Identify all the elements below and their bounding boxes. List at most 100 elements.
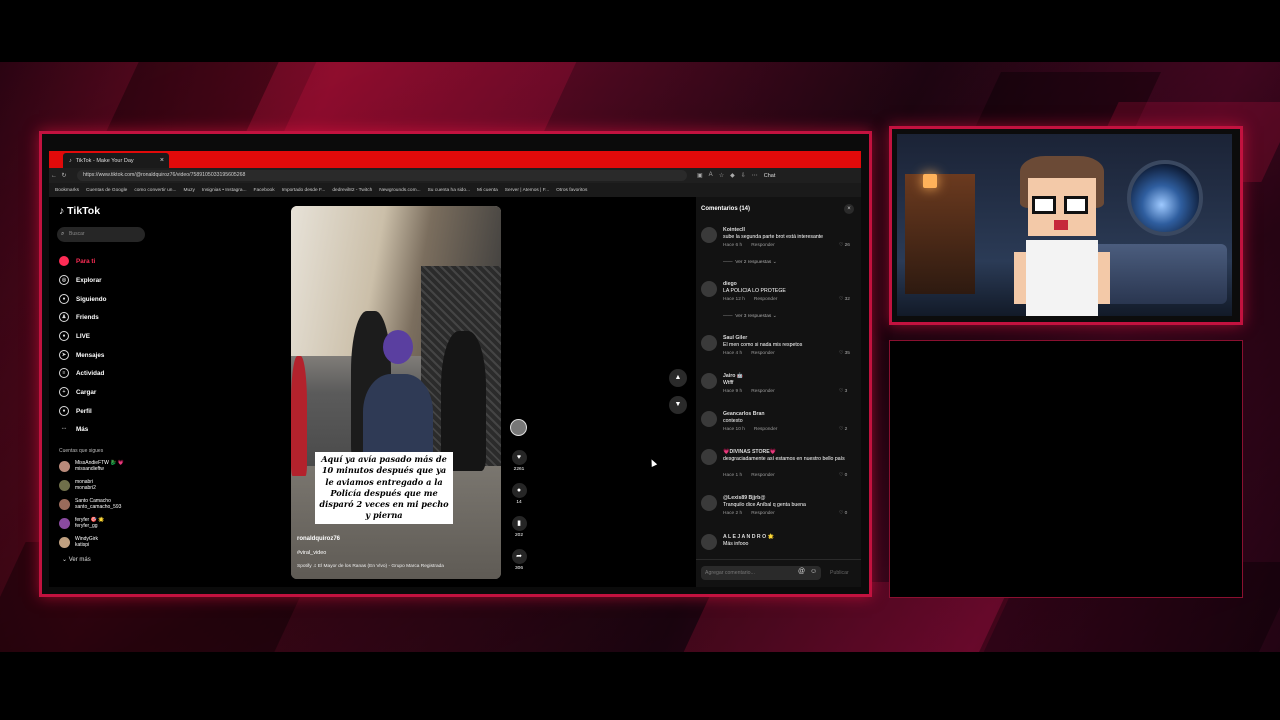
nav-actividad[interactable]: ≡ Actividad bbox=[59, 367, 104, 379]
bookmark-item[interactable]: Cuentas de Google bbox=[86, 188, 127, 193]
bookmark-item[interactable]: Bookmarks bbox=[55, 188, 79, 193]
reply-button[interactable]: Responder bbox=[751, 473, 774, 478]
avatar[interactable] bbox=[701, 411, 717, 427]
comment-like-button[interactable]: ♡ 32 bbox=[839, 297, 850, 302]
see-more-button[interactable]: ⌄ Ver más bbox=[62, 556, 91, 563]
reply-button[interactable]: Responder bbox=[751, 389, 774, 394]
reply-button[interactable]: Responder bbox=[754, 427, 777, 432]
following-account[interactable]: monabri monabri2 bbox=[59, 479, 96, 491]
download-icon[interactable]: ⇩ bbox=[741, 172, 746, 179]
view-replies-button[interactable]: —— Ver 2 respuestas ⌄ bbox=[723, 260, 777, 265]
bookmark-item[interactable]: Insignias • Instagra... bbox=[202, 188, 247, 193]
bookmark-item[interactable]: Server | Atemos | F... bbox=[505, 188, 549, 193]
comment-text: Wtfff bbox=[723, 380, 734, 386]
view-replies-button[interactable]: —— Ver 3 respuestas ⌄ bbox=[723, 314, 777, 319]
nav-explorar[interactable]: ◎ Explorar bbox=[59, 274, 102, 286]
comment-user[interactable]: Saul Giler bbox=[723, 335, 747, 341]
menu-icon[interactable]: ⋯ bbox=[752, 172, 758, 179]
reply-button[interactable]: Responder bbox=[754, 297, 777, 302]
comment-text: LA POLICIA LO PROTEGE bbox=[723, 288, 786, 294]
avatar[interactable] bbox=[701, 449, 717, 465]
comment-user[interactable]: @Lexis89 Bjjrb@ bbox=[723, 495, 765, 501]
nav-siguiendo[interactable]: ● Siguiendo bbox=[59, 293, 106, 305]
comment-like-button[interactable]: ♡ 26 bbox=[839, 243, 850, 248]
video-hashtag[interactable]: #viral_video bbox=[297, 550, 326, 556]
comment-like-button[interactable]: ♡ 0 bbox=[839, 511, 847, 516]
nav-live[interactable]: ● LIVE bbox=[59, 330, 90, 342]
nav-cargar[interactable]: + Cargar bbox=[59, 386, 96, 398]
previous-video-button[interactable]: ▲ bbox=[669, 369, 687, 387]
video-player[interactable]: Aquí ya avía pasado más de 10 minutos de… bbox=[291, 206, 501, 579]
video-username[interactable]: ronaldquiroz76 bbox=[297, 536, 340, 542]
star-icon[interactable]: ☆ bbox=[719, 172, 724, 179]
comment-user[interactable]: diego bbox=[723, 281, 737, 287]
cast-icon[interactable]: ▣ bbox=[697, 172, 703, 179]
search-input[interactable]: ⌕ Buscar bbox=[57, 227, 145, 242]
nav-mas[interactable]: ⋯ Más bbox=[59, 423, 89, 435]
comment-user[interactable]: 💗DIVINAS STORE💗 bbox=[723, 449, 776, 455]
reply-button[interactable]: Responder bbox=[751, 511, 774, 516]
following-account[interactable]: feryfer 🎯 🌟 feryfer_gg bbox=[59, 517, 104, 529]
comment-user[interactable]: KointecII bbox=[723, 227, 745, 233]
following-account[interactable]: Santo Camacho santo_camacho_593 bbox=[59, 498, 121, 510]
reply-button[interactable]: Responder bbox=[751, 243, 774, 248]
bookmark-item[interactable]: Su cuenta ha sido... bbox=[428, 188, 470, 193]
following-account[interactable]: WindyGirk katispi bbox=[59, 536, 98, 548]
avatar[interactable] bbox=[701, 495, 717, 511]
url-field[interactable]: https://www.tiktok.com/@ronaldquiroz76/v… bbox=[77, 170, 687, 181]
close-tab-icon[interactable]: × bbox=[160, 157, 164, 164]
bookmark-item[interactable]: Mi cuenta bbox=[477, 188, 498, 193]
translate-icon[interactable]: A bbox=[709, 172, 713, 179]
emoji-icon[interactable]: ☺ bbox=[810, 568, 817, 575]
comment-user[interactable]: A L E J A N D R O 🌟 bbox=[723, 534, 774, 540]
bookmark-item[interactable]: Otros favoritos bbox=[556, 188, 587, 193]
reload-icon[interactable]: ↻ bbox=[59, 172, 69, 179]
avatar bbox=[59, 518, 70, 529]
creator-avatar[interactable] bbox=[510, 419, 527, 436]
nav-friends[interactable]: ♟ Friends bbox=[59, 311, 99, 323]
bookmark-item[interactable]: como convertir un... bbox=[134, 188, 176, 193]
bookmark-item[interactable]: Muzy bbox=[183, 188, 194, 193]
save-button[interactable]: ▮ 202 bbox=[508, 516, 530, 538]
browser-tab[interactable]: ♪ TikTok - Make Your Day × bbox=[63, 153, 169, 168]
close-comments-button[interactable]: × bbox=[844, 204, 854, 214]
chevron-down-icon: ▼ bbox=[674, 401, 682, 408]
avatar[interactable] bbox=[701, 534, 717, 550]
comment-text: El men como si nada mis respetos bbox=[723, 342, 803, 348]
avatar[interactable] bbox=[701, 335, 717, 351]
video-caption: Aquí ya avía pasado más de 10 minutos de… bbox=[315, 452, 453, 524]
bookmark-item[interactable]: dedrevil82 - Twitch bbox=[332, 188, 372, 193]
nav-para-ti[interactable]: Para ti bbox=[59, 255, 95, 267]
tiktok-logo[interactable]: ♪ TikTok bbox=[59, 205, 100, 217]
extension-icon[interactable]: ◆ bbox=[730, 172, 735, 179]
nav-mensajes[interactable]: ➤ Mensajes bbox=[59, 349, 104, 361]
comment-user[interactable]: Geancarlos Bran bbox=[723, 411, 765, 417]
avatar[interactable] bbox=[701, 227, 717, 243]
bookmark-item[interactable]: Facebook bbox=[254, 188, 275, 193]
comment-meta: Hace 9 h Responder bbox=[723, 389, 775, 394]
next-video-button[interactable]: ▼ bbox=[669, 396, 687, 414]
avatar[interactable] bbox=[701, 373, 717, 389]
chat-button[interactable]: Chat bbox=[764, 173, 776, 179]
mention-icon[interactable]: @ bbox=[798, 568, 805, 575]
comment-like-button[interactable]: ♡ 2 bbox=[839, 427, 847, 432]
video-music[interactable]: Spotify ♫ El Mayor de los Ranas (En Vivo… bbox=[297, 564, 444, 569]
bookmark-item[interactable]: Importado desde F... bbox=[282, 188, 326, 193]
avatar[interactable] bbox=[701, 281, 717, 297]
bookmark-item[interactable]: Newgrounds.com... bbox=[379, 188, 420, 193]
comment-like-button[interactable]: ♡ 35 bbox=[839, 351, 850, 356]
comment-button[interactable]: ● 14 bbox=[508, 483, 530, 505]
nav-perfil[interactable]: ● Perfil bbox=[59, 405, 92, 417]
scene-porthole bbox=[1127, 160, 1203, 236]
like-button[interactable]: ♥ 2261 bbox=[508, 450, 530, 472]
comment-like-button[interactable]: ♡ 3 bbox=[839, 389, 847, 394]
reply-button[interactable]: Responder bbox=[751, 351, 774, 356]
following-title: Cuentas que sigues bbox=[59, 448, 104, 454]
comment-like-button[interactable]: ♡ 0 bbox=[839, 473, 847, 478]
following-account[interactable]: MissAndieFTW 🐉 💗 missandieftw bbox=[59, 460, 124, 472]
share-button[interactable]: ➦ 306 bbox=[508, 549, 530, 571]
comment-user[interactable]: Jairo 🤖 bbox=[723, 373, 743, 379]
avatar bbox=[59, 499, 70, 510]
post-button[interactable]: Publicar bbox=[830, 570, 849, 576]
back-icon[interactable]: ← bbox=[49, 173, 59, 179]
